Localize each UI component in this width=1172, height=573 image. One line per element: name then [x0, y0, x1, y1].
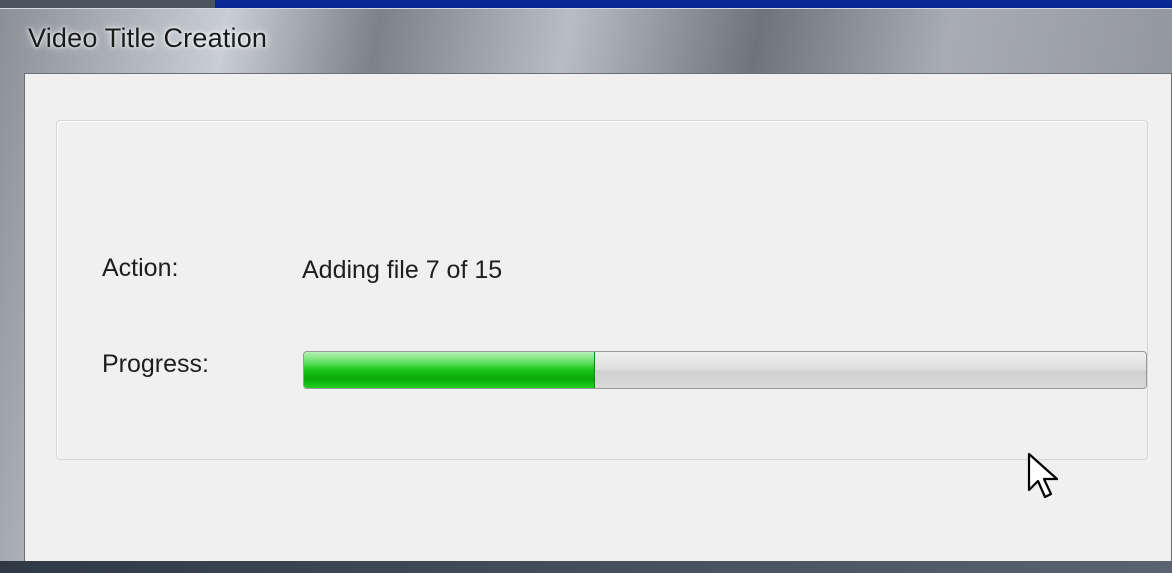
mouse-pointer-icon [1027, 452, 1059, 499]
window-title: Video Title Creation [28, 23, 268, 53]
window-frame-bottom [0, 561, 1172, 573]
dialog-window: Video Title Creation Action: Adding file… [0, 8, 1172, 573]
dialog-client-area: Action: Adding file 7 of 15 Progress: [24, 73, 1172, 570]
action-label: Action: [102, 254, 179, 282]
progress-bar [303, 351, 1147, 389]
status-groupbox: Action: Adding file 7 of 15 Progress: [56, 120, 1148, 460]
progress-label: Progress: [102, 350, 209, 378]
progress-bar-fill [304, 352, 596, 388]
action-value: Adding file 7 of 15 [302, 256, 503, 284]
